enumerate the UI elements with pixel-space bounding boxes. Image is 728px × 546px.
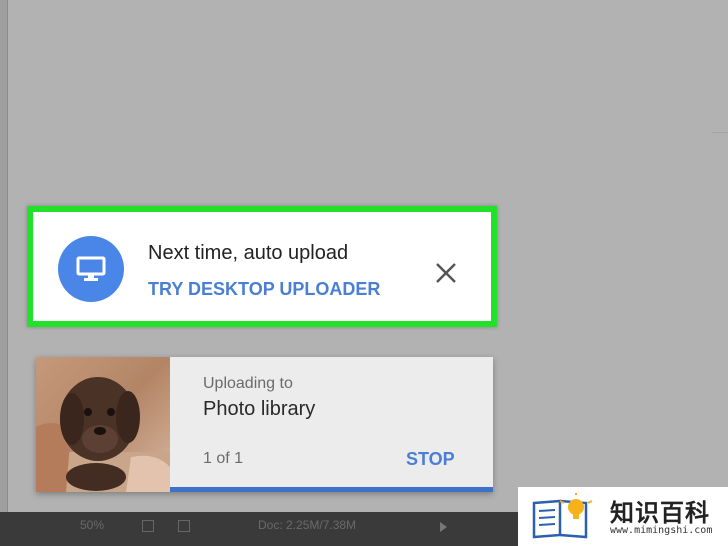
desktop-icon-badge [58,236,124,302]
book-bulb-logo [532,493,593,539]
stop-button[interactable]: STOP [406,449,455,470]
try-desktop-uploader-link[interactable]: TRY DESKTOP UPLOADER [148,279,380,300]
upload-progress-card: Uploading to Photo library 1 of 1 STOP [36,357,493,492]
expand-arrow-icon[interactable] [440,522,447,532]
watermark: 知识百科 www.mimingshi.com [518,487,728,546]
close-button[interactable] [433,260,459,286]
notification-title: Next time, auto upload [148,242,349,264]
canvas-left-edge [0,0,8,512]
watermark-text: 知识百科 [610,500,710,527]
photo-thumbnail [36,357,170,492]
uploading-to-label: Uploading to [203,375,293,392]
share-icon [178,520,190,532]
upload-destination: Photo library [203,398,316,420]
close-icon [436,263,456,283]
doc-info: Doc: 2.25M/7.38M [258,518,357,532]
auto-upload-notification: Next time, auto upload TRY DESKTOP UPLOA… [27,206,497,327]
status-icon [142,520,154,532]
desktop-monitor-icon [76,256,106,281]
upload-progress-fill [170,487,493,492]
watermark-url: www.mimingshi.com [610,525,713,536]
canvas-guide-line [712,132,728,133]
upload-progress-bar [170,487,493,492]
zoom-level: 50% [80,518,105,532]
upload-count: 1 of 1 [203,450,244,467]
